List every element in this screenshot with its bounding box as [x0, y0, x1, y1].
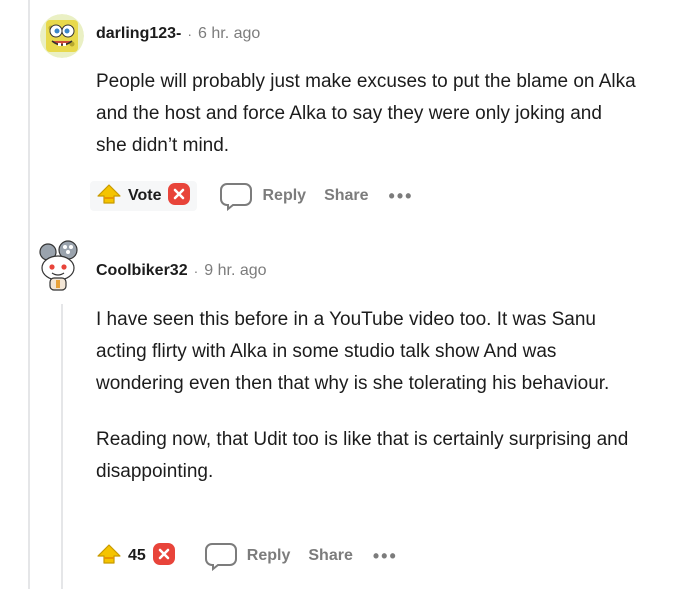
snoo-avatar-icon[interactable]: [36, 240, 84, 292]
comment-bubble-icon: [220, 183, 253, 211]
vote-group: Vote: [90, 181, 198, 211]
username[interactable]: darling123-: [96, 25, 181, 43]
more-options-icon[interactable]: •••: [373, 546, 398, 567]
meta-separator: ·: [187, 26, 193, 42]
comment-body: I have seen this before in a YouTube vid…: [96, 304, 636, 488]
child-thread-line[interactable]: [61, 304, 63, 589]
vote-count: 45: [128, 547, 146, 564]
share-button[interactable]: Share: [324, 187, 368, 205]
comment-paragraph: People will probably just make excuses t…: [96, 71, 636, 156]
upvote-icon[interactable]: [96, 543, 122, 570]
comment-meta: Coolbiker32 · 9 hr. ago: [96, 262, 267, 280]
reply-label: Reply: [246, 547, 291, 564]
thread-line[interactable]: [28, 0, 30, 589]
comment-bubble-icon: [204, 543, 237, 571]
share-label: Share: [324, 187, 369, 204]
reply-button[interactable]: Reply: [219, 181, 306, 211]
reply-button[interactable]: Reply: [204, 541, 291, 571]
comment-body: People will probably just make excuses t…: [96, 66, 636, 162]
timestamp[interactable]: 9 hr. ago: [204, 262, 266, 280]
comment-actions: Vote Reply Share •••: [90, 179, 413, 213]
comment-meta: darling123- · 6 hr. ago: [96, 25, 260, 43]
comment-paragraph: Reading now, that Udit too is like that …: [96, 429, 629, 482]
share-button[interactable]: Share: [308, 547, 352, 565]
share-label: Share: [308, 547, 353, 564]
reply-label: Reply: [262, 187, 307, 204]
downvote-icon[interactable]: [152, 542, 176, 571]
timestamp[interactable]: 6 hr. ago: [198, 25, 260, 43]
downvote-icon[interactable]: [167, 182, 191, 211]
upvote-icon[interactable]: [96, 183, 122, 210]
username[interactable]: Coolbiker32: [96, 262, 188, 280]
comment-actions: 45 Reply Share •••: [90, 539, 398, 573]
vote-group: 45: [90, 541, 182, 571]
vote-label: Vote: [128, 187, 162, 204]
more-options-icon[interactable]: •••: [389, 186, 414, 207]
spongebob-avatar-icon[interactable]: [40, 14, 84, 58]
meta-separator: ·: [193, 263, 199, 279]
comment-paragraph: I have seen this before in a YouTube vid…: [96, 309, 610, 394]
